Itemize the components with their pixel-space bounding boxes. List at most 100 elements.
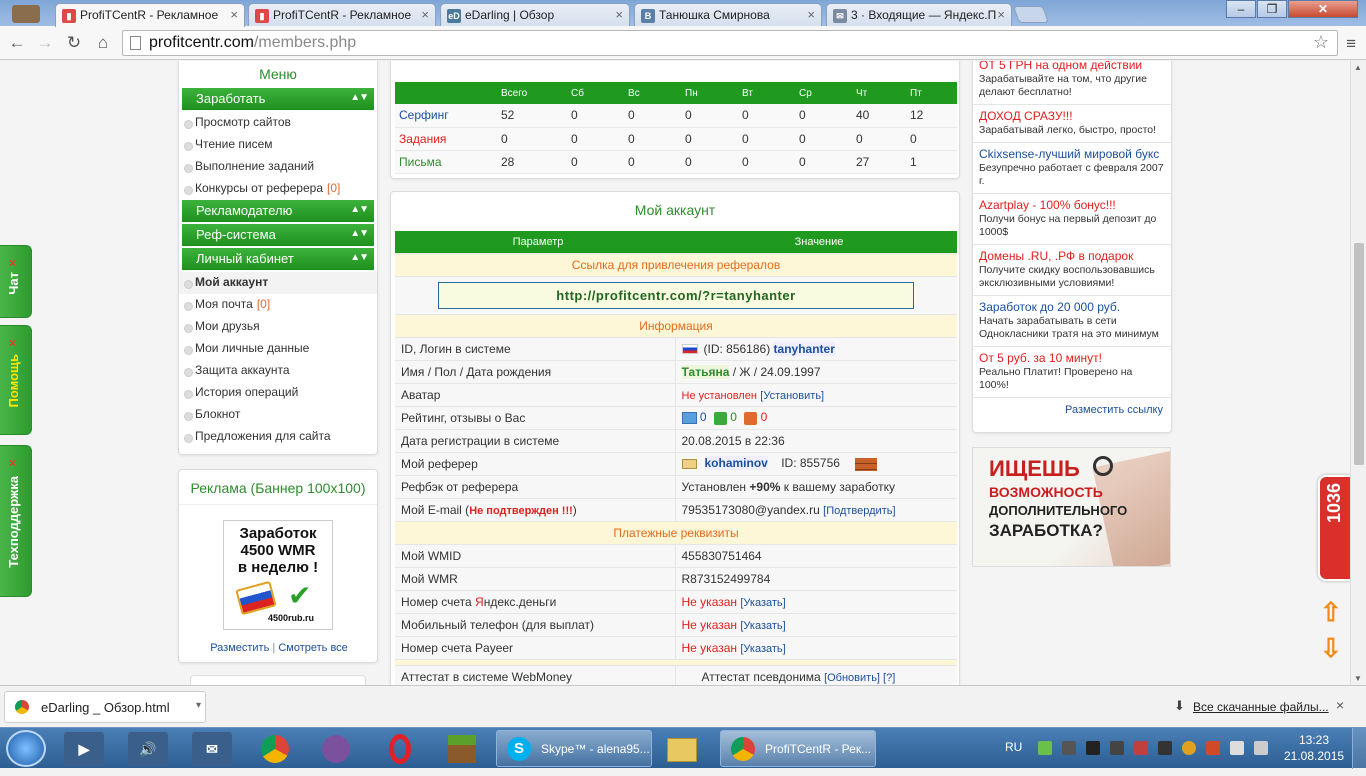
tray-app-icon[interactable]: [1086, 741, 1100, 755]
taskbar-task-skype[interactable]: S Skype™ - alena95...: [496, 730, 652, 767]
stats-row-label[interactable]: Серфинг: [395, 104, 497, 128]
menu-item-account-protection[interactable]: Защита аккаунта: [179, 360, 377, 382]
banner-image[interactable]: Заработок 4500 WMR в неделю ! ✔ 4500rub.…: [223, 520, 333, 630]
back-arrow-icon[interactable]: ←: [6, 32, 28, 54]
menu-section-earn[interactable]: Заработать ▲▼: [182, 88, 374, 110]
scrollbar-thumb[interactable]: [1354, 243, 1364, 465]
ad-title[interactable]: ДОХОД СРАЗУ!!!: [979, 109, 1165, 123]
minecraft-app-icon[interactable]: [442, 732, 482, 766]
close-window-button[interactable]: ✕: [1288, 0, 1358, 18]
menu-item-site-viewing[interactable]: Просмотр сайтов: [179, 112, 377, 134]
promo-banner[interactable]: ИЩЕШЬ ВОЗМОЖНОСТЬ ДОПОЛНИТЕЛЬНОГО ЗАРАБО…: [972, 447, 1171, 567]
download-menu-chevron-icon[interactable]: ▾: [196, 700, 201, 711]
scroll-up-arrow-icon[interactable]: ⇧: [1320, 597, 1342, 628]
menu-item-notepad[interactable]: Блокнот: [179, 404, 377, 426]
envelope-icon[interactable]: [681, 459, 697, 470]
menu-section-cabinet[interactable]: Личный кабинет ▲▼: [182, 248, 374, 270]
ad-title[interactable]: Заработок до 20 000 руб.: [979, 300, 1165, 314]
download-item[interactable]: eDarling _ Обзор.html ▾: [4, 691, 206, 723]
home-icon[interactable]: ⌂: [92, 32, 114, 54]
mail-app-icon[interactable]: ✉: [192, 732, 232, 766]
reload-icon[interactable]: ↻: [63, 32, 85, 54]
tray-tools-icon[interactable]: [1134, 741, 1148, 755]
page-scrollbar[interactable]: ▲ ▼: [1350, 61, 1366, 685]
ad-item[interactable]: От 5 руб. за 10 минут! Реально Платит! Пр…: [973, 347, 1171, 398]
browser-tab-4[interactable]: B Танюшка Смирнова ×: [634, 3, 822, 26]
bookmark-star-icon[interactable]: ☆: [1313, 32, 1329, 53]
tray-check-icon[interactable]: [1038, 741, 1052, 755]
counter-badge[interactable]: 1036: [1318, 475, 1350, 581]
ad-title[interactable]: Домены .RU, .РФ в подарок: [979, 249, 1165, 263]
ad-item[interactable]: ДОХОД СРАЗУ!!! Зарабатывай легко, быстро,…: [973, 105, 1171, 143]
attestat-link[interactable]: [Обновить] [?]: [824, 672, 895, 684]
media-player-icon[interactable]: ▶: [64, 732, 104, 766]
chrome-user-icon[interactable]: [12, 5, 40, 23]
menu-item-suggestions[interactable]: Предложения для сайта: [179, 426, 377, 448]
place-ad-link[interactable]: Разместить ссылку: [973, 398, 1171, 416]
menu-item-contests[interactable]: Конкурсы от реферера [0]: [179, 178, 377, 200]
clock-time[interactable]: 13:23: [1299, 733, 1329, 747]
close-icon[interactable]: ×: [9, 256, 16, 270]
minimize-button[interactable]: –: [1226, 0, 1256, 18]
ad-title[interactable]: Azartplay - 100% бонус!!!: [979, 198, 1165, 212]
menu-item-friends[interactable]: Мои друзья: [179, 316, 377, 338]
place-banner-link[interactable]: Разместить: [210, 642, 269, 654]
all-downloads-link[interactable]: Все скачанные файлы...: [1193, 700, 1329, 714]
confirm-email-link[interactable]: [Подтвердить]: [823, 505, 895, 517]
ad-item[interactable]: Ckixsense-лучший мировой букс Безупречно …: [973, 143, 1171, 194]
address-bar[interactable]: profitcentr.com/members.php ☆: [122, 30, 1338, 56]
referrer-name[interactable]: kohaminov: [704, 456, 768, 471]
close-tab-icon[interactable]: ×: [615, 7, 623, 22]
menu-item-my-account[interactable]: Мой аккаунт: [179, 272, 377, 294]
close-tab-icon[interactable]: ×: [421, 7, 429, 22]
set-link[interactable]: [Указать]: [740, 643, 785, 655]
menu-section-ref-system[interactable]: Реф-система ▲▼: [182, 224, 374, 246]
browser-tab-5[interactable]: ✉ 3 · Входящие — Яндекс.П ×: [826, 3, 1012, 26]
tray-mobile-icon[interactable]: [1110, 741, 1124, 755]
ad-item[interactable]: Домены .RU, .РФ в подарок Получите скидку…: [973, 245, 1171, 296]
close-tab-icon[interactable]: ×: [807, 7, 815, 22]
menu-item-read-mail[interactable]: Чтение писем: [179, 134, 377, 156]
start-button[interactable]: [6, 730, 46, 767]
tray-monitor-icon[interactable]: [1062, 741, 1076, 755]
chat-side-tab[interactable]: × Чат: [0, 245, 32, 318]
close-icon[interactable]: ×: [9, 456, 16, 470]
show-desktop-button[interactable]: [1352, 728, 1366, 769]
tray-flag-icon[interactable]: [1206, 741, 1220, 755]
menu-item-my-mail[interactable]: Моя почта [0]: [179, 294, 377, 316]
viber-app-icon[interactable]: [316, 732, 356, 766]
forward-arrow-icon[interactable]: →: [34, 32, 56, 54]
browser-tab-3[interactable]: eD eDarling | Обзор ×: [440, 3, 630, 26]
stats-row-label[interactable]: Письма: [395, 150, 497, 174]
set-link[interactable]: [Указать]: [740, 597, 785, 609]
tray-coin-icon[interactable]: [1182, 741, 1196, 755]
tray-bug-icon[interactable]: [1158, 741, 1172, 755]
clock-date[interactable]: 21.08.2015: [1284, 749, 1344, 763]
browser-tab-2[interactable]: ▮ ProfiTCentR - Рекламное ×: [248, 3, 436, 26]
close-icon[interactable]: ×: [9, 336, 16, 350]
language-indicator[interactable]: RU: [1005, 740, 1022, 754]
new-tab-button[interactable]: [1012, 6, 1050, 23]
volume-app-icon[interactable]: 🔊: [128, 732, 168, 766]
scroll-down-arrow-icon[interactable]: ⇩: [1320, 633, 1342, 664]
opera-app-icon[interactable]: [380, 732, 420, 766]
set-avatar-link[interactable]: [Установить]: [760, 390, 824, 402]
menu-item-personal-data[interactable]: Мои личные данные: [179, 338, 377, 360]
tray-volume-icon[interactable]: [1254, 741, 1268, 755]
close-download-bar-icon[interactable]: ×: [1336, 697, 1344, 713]
tray-network-icon[interactable]: [1230, 741, 1244, 755]
ad-item[interactable]: Azartplay - 100% бонус!!! Получи бонус на…: [973, 194, 1171, 245]
close-tab-icon[interactable]: ×: [230, 7, 238, 22]
scroll-up-icon[interactable]: ▲: [1354, 63, 1362, 72]
chrome-menu-icon[interactable]: ≡: [1346, 34, 1356, 54]
file-explorer-icon[interactable]: [662, 732, 702, 766]
taskbar-task-chrome[interactable]: ProfiTCentR - Рек...: [720, 730, 876, 767]
ad-title[interactable]: ОТ 5 ГРН на одном действии: [979, 61, 1165, 72]
support-side-tab[interactable]: × Техподдержка: [0, 445, 32, 597]
ad-item[interactable]: Заработок до 20 000 руб. Начать зарабатыв…: [973, 296, 1171, 347]
ad-title[interactable]: Ckixsense-лучший мировой букс: [979, 147, 1165, 161]
menu-item-history[interactable]: История операций: [179, 382, 377, 404]
stats-row-label[interactable]: Задания: [395, 127, 497, 151]
ad-title[interactable]: От 5 руб. за 10 минут!: [979, 351, 1165, 365]
ref-link-box[interactable]: http://profitcentr.com/?r=tanyhanter: [438, 281, 914, 309]
